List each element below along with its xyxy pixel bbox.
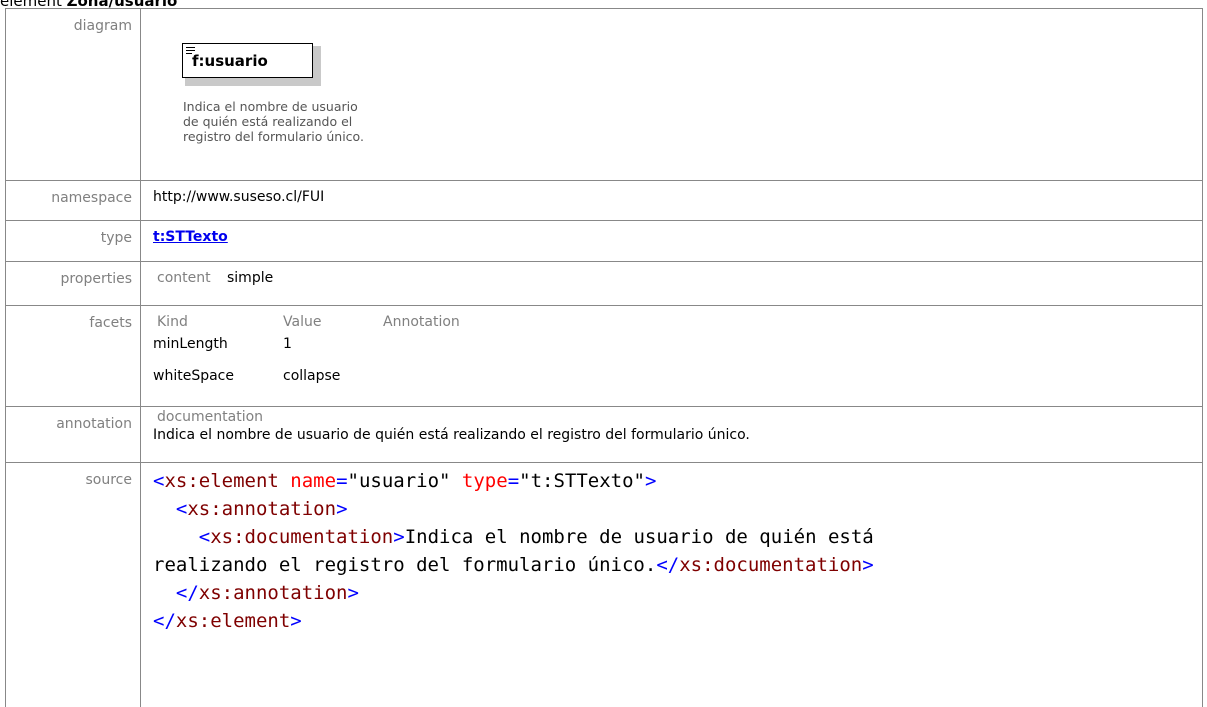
type-link[interactable]: t:STTexto	[153, 229, 228, 245]
facets-table: Kind Value Annotation minLength 1 whiteS…	[153, 314, 1192, 394]
facet-kind: minLength	[153, 336, 228, 352]
facet-kind: whiteSpace	[153, 368, 234, 384]
annotation-header: documentation	[157, 409, 264, 425]
properties-cell: content simple	[140, 261, 1203, 306]
namespace-value: http://www.suseso.cl/FUI	[140, 180, 1203, 221]
label-source: source	[5, 462, 141, 707]
label-type: type	[5, 220, 141, 262]
facet-annotation	[383, 330, 583, 362]
facet-value: 1	[283, 336, 292, 352]
diagram-cell: f:usuario Indica el nombre de usuario de…	[140, 8, 1203, 181]
property-value: simple	[227, 270, 274, 286]
row-annotation: annotation documentation Indica el nombr…	[5, 406, 1203, 463]
facet-annotation	[383, 362, 583, 394]
row-type: type t:STTexto	[5, 220, 1203, 262]
diagram-documentation: Indica el nombre de usuario de quién est…	[183, 99, 383, 144]
facet-value: collapse	[283, 368, 341, 384]
row-facets: facets Kind Value Annotation minLength 1…	[5, 305, 1203, 407]
diagram-doc-line: de quién está realizando el	[183, 114, 353, 129]
diagram: f:usuario Indica el nombre de usuario de…	[153, 17, 1192, 177]
facets-header-value: Value	[283, 314, 322, 330]
row-namespace: namespace http://www.suseso.cl/FUI	[5, 180, 1203, 221]
label-properties: properties	[5, 261, 141, 306]
source-code: <xs:element name="usuario" type="t:STTex…	[153, 470, 874, 632]
facets-cell: Kind Value Annotation minLength 1 whiteS…	[140, 305, 1203, 407]
facets-header-annotation: Annotation	[383, 314, 460, 330]
row-diagram: diagram f:usuario Indica el nombre de us…	[5, 8, 1203, 181]
property-key: content	[157, 270, 211, 286]
facets-header-kind: Kind	[157, 314, 188, 330]
diagram-element-box[interactable]: f:usuario	[182, 43, 313, 78]
element-doc-table: diagram f:usuario Indica el nombre de us…	[5, 8, 1203, 707]
annotation-cell: documentation Indica el nombre de usuari…	[140, 406, 1203, 463]
label-facets: facets	[5, 305, 141, 407]
row-properties: properties content simple	[5, 261, 1203, 306]
diagram-doc-line: registro del formulario único.	[183, 129, 364, 144]
annotation-text: Indica el nombre de usuario de quién est…	[153, 427, 750, 443]
label-diagram: diagram	[5, 8, 141, 181]
source-cell: <xs:element name="usuario" type="t:STTex…	[140, 462, 1203, 707]
row-source: source <xs:element name="usuario" type="…	[5, 462, 1203, 707]
type-cell: t:STTexto	[140, 220, 1203, 262]
label-namespace: namespace	[5, 180, 141, 221]
diagram-doc-line: Indica el nombre de usuario	[183, 99, 358, 114]
page-title: element Zona/usuario	[0, 0, 400, 10]
label-annotation: annotation	[5, 406, 141, 463]
diagram-element-name: f:usuario	[192, 52, 268, 70]
